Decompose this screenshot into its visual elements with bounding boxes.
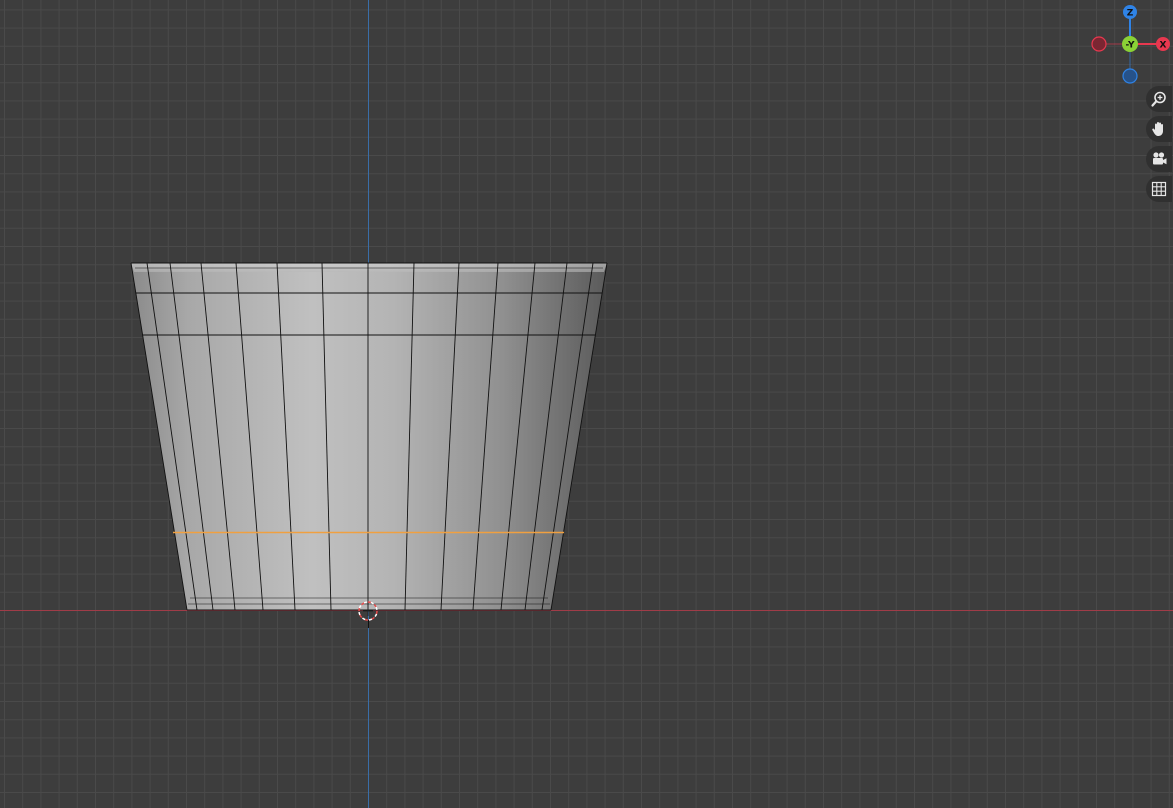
gizmo-neg-z-axis[interactable] [1122, 68, 1138, 84]
gizmo-neg-y-label: -Y [1126, 41, 1135, 51]
zoom-icon [1151, 91, 1166, 107]
mesh-rim [131, 263, 607, 272]
mesh-body[interactable] [131, 263, 607, 610]
zoom-button[interactable] [1146, 86, 1172, 112]
gizmo-x-axis[interactable]: X [1156, 37, 1170, 51]
pan-button[interactable] [1146, 116, 1172, 142]
mesh-object[interactable] [130, 262, 608, 611]
gizmo-z-label: Z [1127, 9, 1134, 19]
grid-ortho-icon [1151, 181, 1167, 197]
ortho-toggle-button[interactable] [1146, 176, 1172, 202]
camera-view-button[interactable] [1146, 146, 1172, 172]
navigation-gizmo[interactable]: Z X -Y [1088, 0, 1173, 90]
gizmo-neg-x-axis[interactable] [1091, 36, 1107, 52]
3d-viewport[interactable]: Z X -Y [0, 0, 1173, 808]
hand-pan-icon [1152, 122, 1163, 136]
camera-view-icon [1153, 152, 1167, 165]
viewport-canvas[interactable] [0, 0, 1173, 808]
gizmo-neg-y-axis[interactable]: -Y [1122, 36, 1138, 52]
gizmo-z-axis[interactable]: Z [1123, 5, 1137, 19]
gizmo-x-label: X [1160, 41, 1167, 51]
